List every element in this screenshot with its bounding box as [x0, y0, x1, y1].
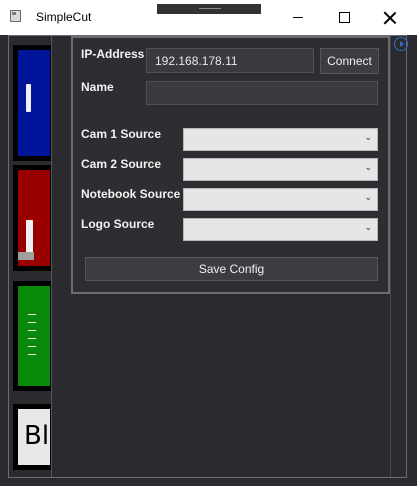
maximize-button[interactable]: [321, 0, 367, 35]
minimize-icon: [293, 17, 303, 18]
chevron-down-icon: ⌄: [364, 163, 372, 173]
logo-source-label: Logo Source: [81, 217, 155, 231]
cam2-source-select[interactable]: ⌄: [183, 158, 378, 181]
notebook-source-label: Notebook Source: [81, 187, 181, 201]
play-circle-icon[interactable]: [394, 37, 408, 51]
fader-base: [18, 252, 34, 260]
fader-knob: [26, 84, 31, 112]
source-thumbnail-2[interactable]: [13, 165, 51, 271]
title-bar: SimpleCut: [0, 0, 417, 35]
config-panel: IP-Address Connect Name Cam 1 Source ⌄ C…: [71, 36, 390, 294]
chevron-down-icon: ⌄: [364, 193, 372, 203]
drag-grip-handle[interactable]: [157, 4, 261, 14]
maximize-icon: [338, 12, 350, 23]
ip-address-label: IP-Address: [81, 47, 145, 61]
cam1-source-select[interactable]: ⌄: [183, 128, 378, 151]
minimize-button[interactable]: [275, 0, 321, 35]
close-button[interactable]: [367, 0, 413, 35]
notebook-source-select[interactable]: ⌄: [183, 188, 378, 211]
connect-button[interactable]: Connect: [320, 48, 379, 74]
name-label: Name: [81, 80, 114, 94]
name-input[interactable]: [146, 81, 378, 105]
save-config-button[interactable]: Save Config: [85, 257, 378, 281]
app-window-icon: [10, 10, 21, 22]
thumbnail-text: Bl: [24, 421, 50, 451]
fader-knob: [26, 220, 33, 254]
logo-source-select[interactable]: ⌄: [183, 218, 378, 241]
divider: [390, 36, 391, 477]
close-icon: [384, 12, 396, 24]
source-thumbnail-4[interactable]: Bl: [13, 404, 51, 470]
cam1-source-label: Cam 1 Source: [81, 127, 162, 141]
chevron-down-icon: ⌄: [364, 223, 372, 233]
source-thumbnail-3[interactable]: [13, 281, 51, 391]
ip-address-input[interactable]: [146, 48, 314, 73]
source-thumbnail-1[interactable]: [13, 45, 51, 161]
chevron-down-icon: ⌄: [364, 133, 372, 143]
cam2-source-label: Cam 2 Source: [81, 157, 162, 171]
level-meter: [28, 314, 36, 360]
source-thumbnail-strip[interactable]: Bl: [9, 36, 52, 477]
window-title: SimpleCut: [36, 10, 92, 24]
